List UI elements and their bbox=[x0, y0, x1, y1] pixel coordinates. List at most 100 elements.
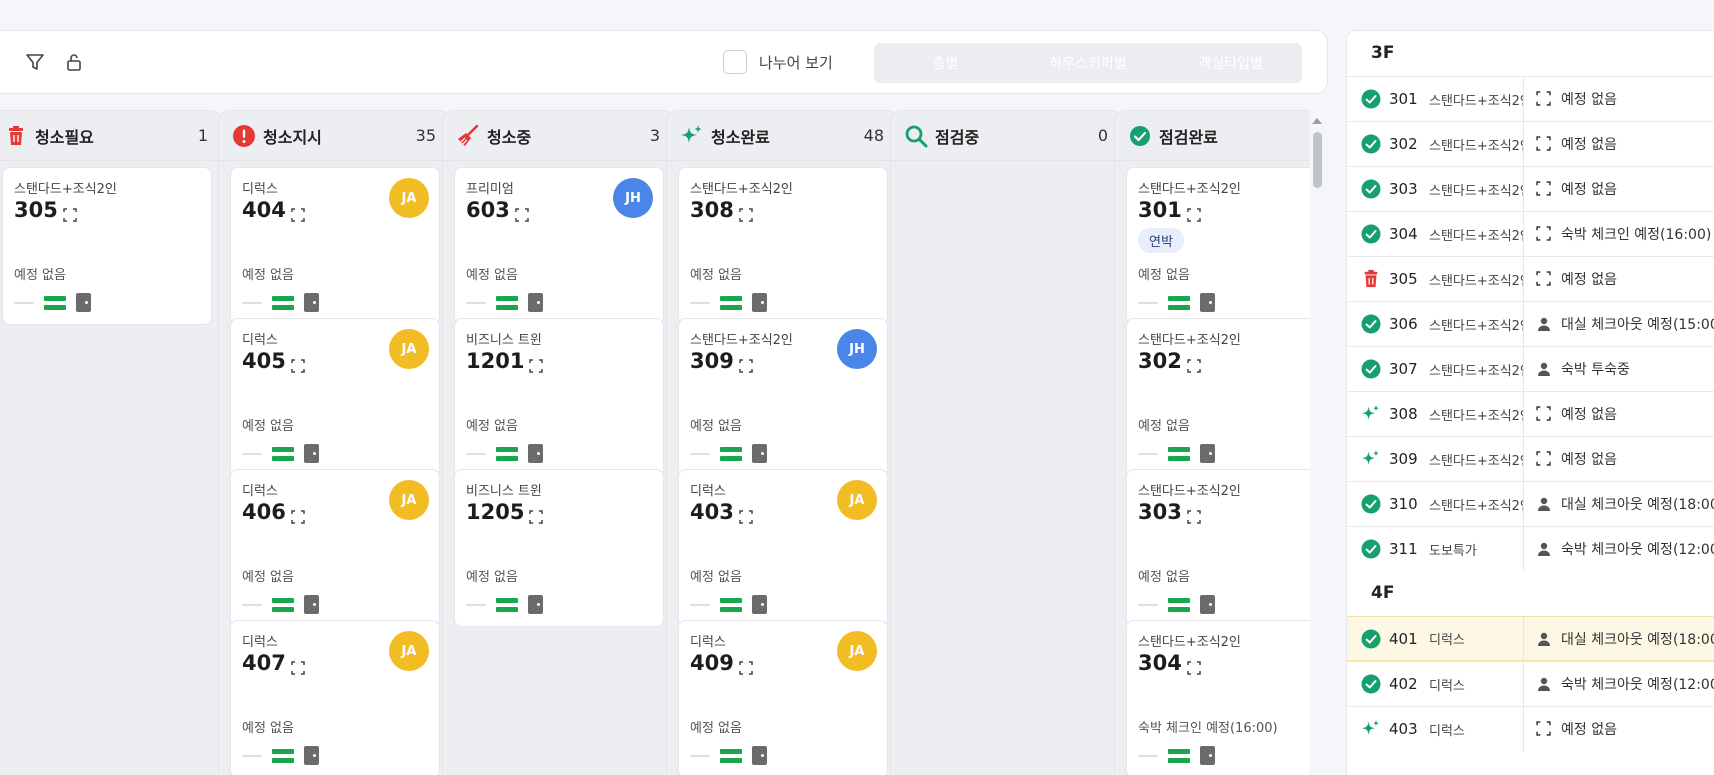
column-header: 청소완료 48 bbox=[667, 111, 896, 161]
room-row[interactable]: 303 스탠다드+조식2인 예정 없음 bbox=[1347, 166, 1714, 212]
expand-icon[interactable] bbox=[1536, 181, 1552, 197]
room-row[interactable]: 401 디럭스 대실 체크아웃 예정(18:00) bbox=[1347, 616, 1714, 662]
room-card[interactable]: 디럭스 405 JA 예정 없음 bbox=[230, 318, 440, 476]
room-card[interactable]: 스탠다드+조식2인 303 예정 없음 bbox=[1126, 469, 1310, 627]
door-icon bbox=[1200, 746, 1215, 765]
expand-icon[interactable] bbox=[1536, 226, 1552, 242]
check-circle-icon bbox=[1361, 224, 1381, 244]
room-number: 409 bbox=[690, 651, 734, 675]
room-card[interactable]: 스탠다드+조식2인 309 JH 예정 없음 bbox=[678, 318, 888, 476]
room-row[interactable]: 310 스탠다드+조식2인 대실 체크아웃 예정(18:00) bbox=[1347, 481, 1714, 527]
room-row[interactable]: 305 스탠다드+조식2인 예정 없음 bbox=[1347, 256, 1714, 302]
expand-icon[interactable] bbox=[529, 505, 544, 524]
room-row[interactable]: 306 스탠다드+조식2인 대실 체크아웃 예정(15:00) bbox=[1347, 301, 1714, 347]
expand-icon[interactable] bbox=[1536, 406, 1552, 422]
housekeeper-avatar[interactable]: JA bbox=[389, 178, 429, 218]
segment-by-room-type[interactable]: 객실타입별 bbox=[1159, 43, 1302, 83]
floor-label: 3F bbox=[1371, 43, 1395, 63]
room-type: 스탠다드+조식2인 bbox=[1429, 183, 1523, 199]
room-number: 1201 bbox=[466, 349, 525, 373]
expand-icon[interactable] bbox=[529, 354, 544, 373]
expand-icon[interactable] bbox=[739, 203, 753, 222]
schedule-text: 예정 없음 bbox=[690, 419, 742, 434]
room-card[interactable]: 스탠다드+조식2인 304 숙박 체크인 예정(16:00) bbox=[1126, 620, 1310, 775]
room-row[interactable]: 311 도보특가 숙박 체크아웃 예정(12:00) bbox=[1347, 526, 1714, 572]
door-icon bbox=[304, 444, 319, 463]
room-row[interactable]: 302 스탠다드+조식2인 예정 없음 bbox=[1347, 121, 1714, 167]
card-indicators bbox=[690, 595, 767, 614]
room-card[interactable]: 스탠다드+조식2인 305 예정 없음 bbox=[2, 167, 212, 325]
room-number: 303 bbox=[1138, 500, 1182, 524]
room-card[interactable]: 디럭스 403 JA 예정 없음 bbox=[678, 469, 888, 627]
room-row[interactable]: 307 스탠다드+조식2인 숙박 투숙중 bbox=[1347, 346, 1714, 392]
room-status: 숙박 체크인 예정(16:00) bbox=[1561, 227, 1712, 243]
card-indicators bbox=[242, 293, 319, 312]
room-card[interactable]: 스탠다드+조식2인 301 연박 예정 없음 bbox=[1126, 167, 1310, 325]
expand-icon[interactable] bbox=[1536, 451, 1552, 467]
room-card[interactable]: 스탠다드+조식2인 308 예정 없음 bbox=[678, 167, 888, 325]
expand-icon[interactable] bbox=[1187, 203, 1201, 222]
room-card[interactable]: 스탠다드+조식2인 302 예정 없음 bbox=[1126, 318, 1310, 476]
segment-by-housekeeper[interactable]: 하우스키퍼별 bbox=[1017, 43, 1160, 83]
filter-icon[interactable] bbox=[24, 51, 46, 73]
split-view-checkbox[interactable] bbox=[723, 50, 747, 74]
room-type: 비즈니스 트윈 bbox=[466, 484, 542, 499]
expand-icon[interactable] bbox=[515, 203, 529, 222]
row-divider bbox=[1523, 122, 1524, 167]
room-card[interactable]: 디럭스 407 JA 예정 없음 bbox=[230, 620, 440, 775]
housekeeper-avatar[interactable]: JA bbox=[389, 631, 429, 671]
expand-icon[interactable] bbox=[291, 656, 305, 675]
dash-icon bbox=[690, 452, 710, 455]
expand-icon[interactable] bbox=[291, 505, 305, 524]
sparkle-icon bbox=[679, 123, 705, 149]
unlock-icon[interactable] bbox=[63, 51, 85, 73]
segment-by-floor[interactable]: 층별 bbox=[874, 43, 1017, 83]
expand-icon[interactable] bbox=[739, 354, 753, 373]
dash-icon bbox=[1138, 603, 1158, 606]
board-scroll-thumb[interactable] bbox=[1313, 132, 1322, 188]
room-status: 예정 없음 bbox=[1561, 92, 1617, 108]
expand-icon[interactable] bbox=[1187, 354, 1201, 373]
split-view-toggle[interactable]: 나누어 보기 bbox=[723, 50, 833, 74]
room-row[interactable]: 301 스탠다드+조식2인 예정 없음 bbox=[1347, 76, 1714, 122]
column-title: 청소필요 bbox=[35, 127, 94, 147]
column-title: 점검중 bbox=[935, 127, 980, 147]
column-header: 점검완료 bbox=[1115, 111, 1310, 161]
housekeeper-avatar[interactable]: JH bbox=[613, 178, 653, 218]
expand-icon[interactable] bbox=[1187, 505, 1201, 524]
expand-icon[interactable] bbox=[1536, 91, 1552, 107]
room-row[interactable]: 304 스탠다드+조식2인 숙박 체크인 예정(16:00) bbox=[1347, 211, 1714, 257]
room-card[interactable]: 비즈니스 트윈 1201 예정 없음 bbox=[454, 318, 664, 476]
person-icon bbox=[1536, 541, 1552, 557]
room-card[interactable]: 비즈니스 트윈 1205 예정 없음 bbox=[454, 469, 664, 627]
linen-icon bbox=[272, 446, 294, 461]
person-icon bbox=[1536, 631, 1552, 647]
row-divider bbox=[1523, 347, 1524, 392]
linen-icon bbox=[44, 295, 66, 310]
expand-icon[interactable] bbox=[1536, 136, 1552, 152]
room-number: 402 bbox=[1389, 675, 1418, 693]
expand-icon[interactable] bbox=[1536, 271, 1552, 287]
housekeeper-avatar[interactable]: JH bbox=[837, 329, 877, 369]
room-card[interactable]: 디럭스 404 JA 예정 없음 bbox=[230, 167, 440, 325]
check-circle-icon bbox=[1361, 89, 1381, 109]
expand-icon[interactable] bbox=[291, 354, 305, 373]
expand-icon[interactable] bbox=[291, 203, 305, 222]
expand-icon[interactable] bbox=[63, 203, 77, 222]
board-scrollbar[interactable] bbox=[1311, 114, 1323, 775]
room-card[interactable]: 디럭스 409 JA 예정 없음 bbox=[678, 620, 888, 775]
housekeeper-avatar[interactable]: JA bbox=[837, 480, 877, 520]
expand-icon[interactable] bbox=[1187, 656, 1201, 675]
housekeeper-avatar[interactable]: JA bbox=[389, 329, 429, 369]
room-row[interactable]: 309 스탠다드+조식2인 예정 없음 bbox=[1347, 436, 1714, 482]
expand-icon[interactable] bbox=[739, 505, 753, 524]
room-row[interactable]: 403 디럭스 예정 없음 bbox=[1347, 706, 1714, 752]
room-card[interactable]: 디럭스 406 JA 예정 없음 bbox=[230, 469, 440, 627]
room-row[interactable]: 308 스탠다드+조식2인 예정 없음 bbox=[1347, 391, 1714, 437]
room-card[interactable]: 프리미엄 603 JH 예정 없음 bbox=[454, 167, 664, 325]
expand-icon[interactable] bbox=[1536, 721, 1552, 737]
expand-icon[interactable] bbox=[739, 656, 753, 675]
room-row[interactable]: 402 디럭스 숙박 체크아웃 예정(12:00) bbox=[1347, 661, 1714, 707]
housekeeper-avatar[interactable]: JA bbox=[389, 480, 429, 520]
housekeeper-avatar[interactable]: JA bbox=[837, 631, 877, 671]
